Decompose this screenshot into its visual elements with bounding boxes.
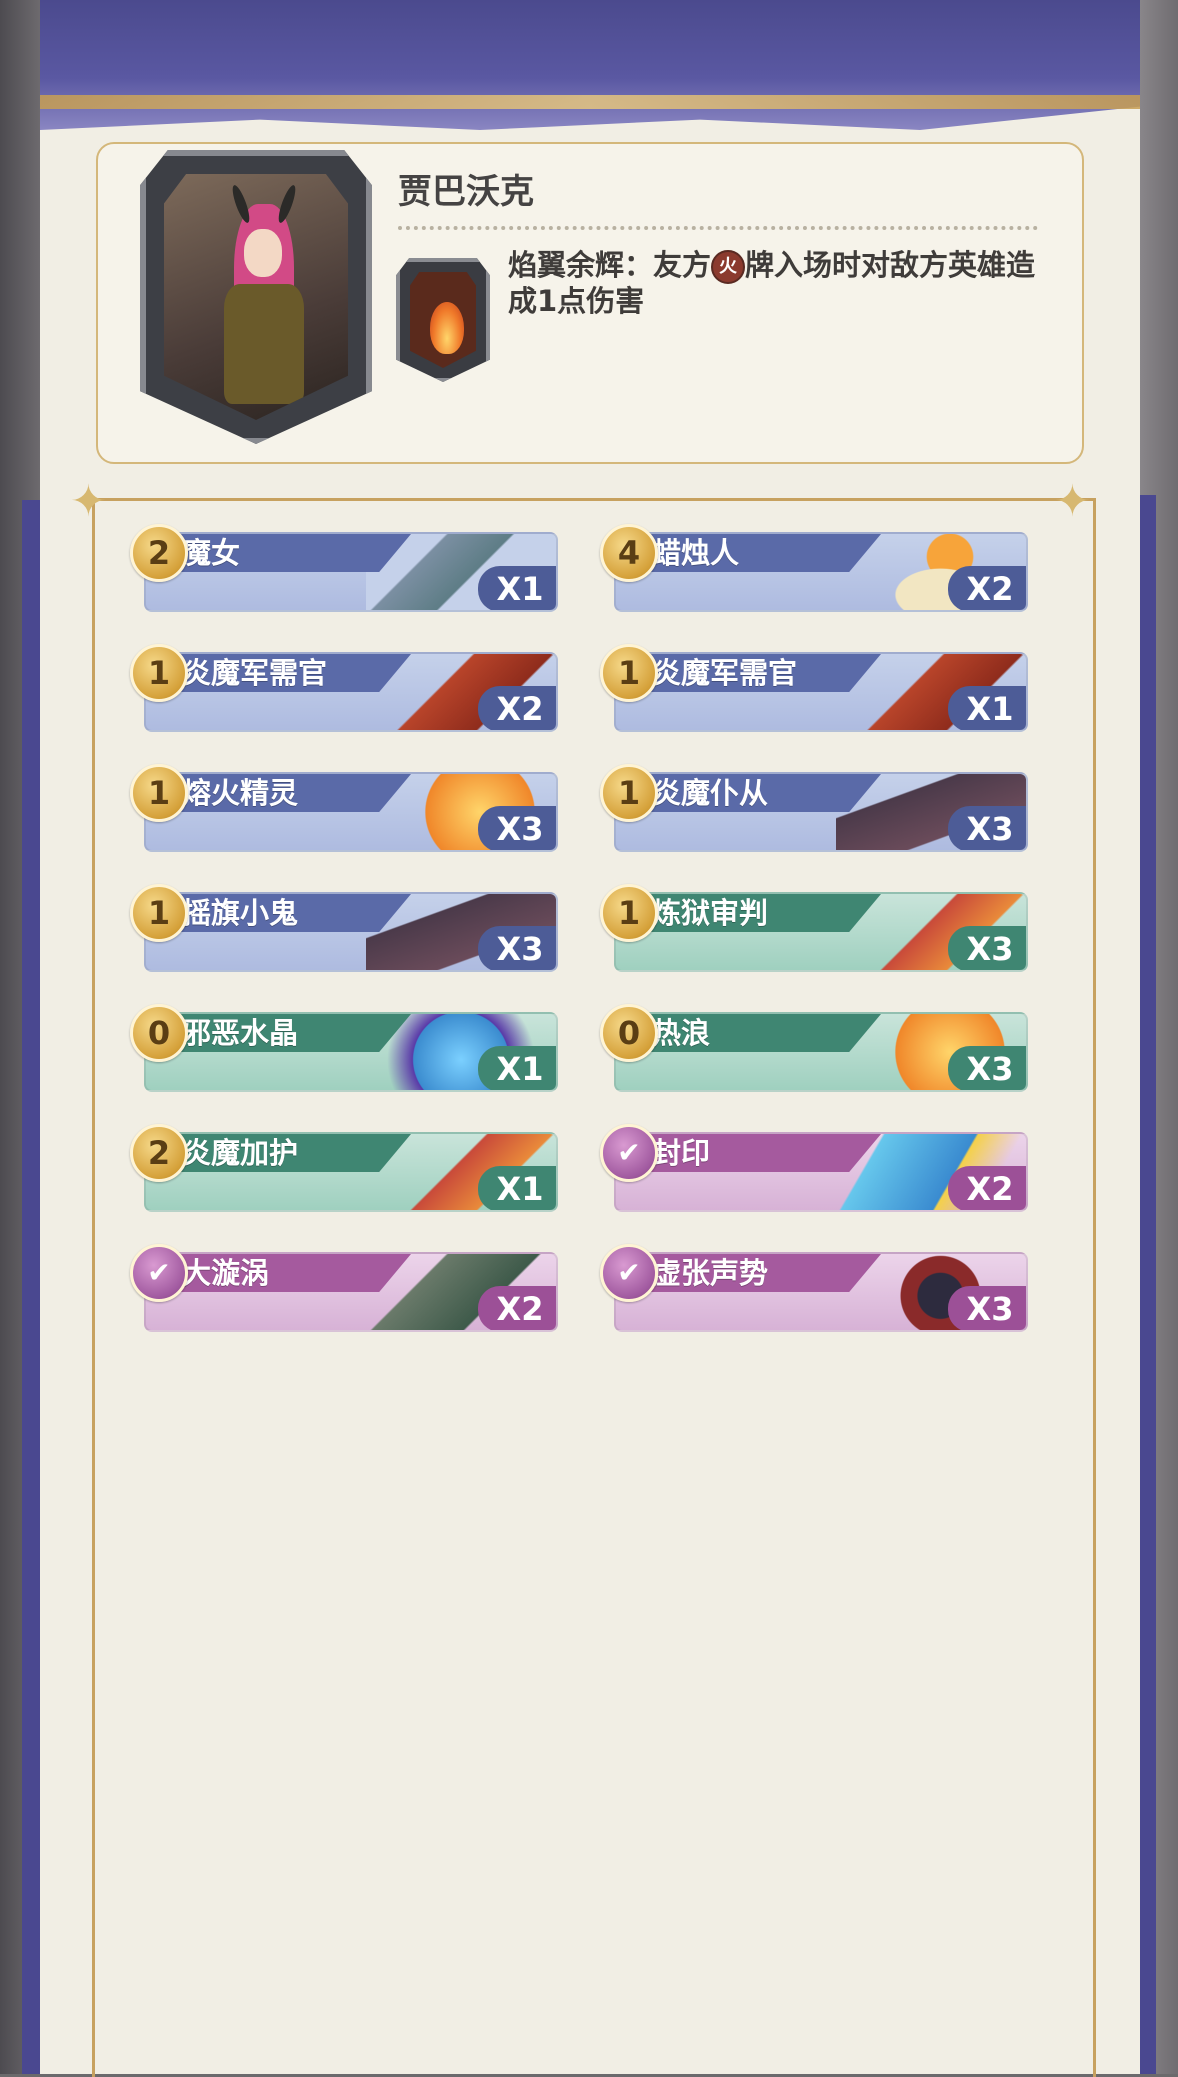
card-quantity: X3 — [478, 806, 556, 850]
card-name: 邪恶水晶 — [182, 1016, 299, 1050]
deck-card[interactable]: X3 炎魔仆从 1 — [600, 746, 1030, 852]
hero-portrait-art — [164, 174, 348, 420]
card-quantity: X2 — [948, 566, 1026, 610]
card-cost: 1 — [130, 644, 188, 702]
card-name: 魔女 — [182, 536, 241, 570]
hero-name: 贾巴沃克 — [398, 172, 534, 212]
hero-skill-description: 焰翼余辉：友方火牌入场时对敌方英雄造成1点伤害 — [508, 248, 1048, 318]
card-quantity: X2 — [478, 1286, 556, 1330]
card-cost: 0 — [130, 1004, 188, 1062]
hero-face — [244, 229, 282, 277]
skill-text-part1: 焰翼余辉：友方 — [508, 248, 712, 282]
card-cost: 1 — [130, 764, 188, 822]
hero-armor — [224, 284, 304, 404]
card-quantity: X1 — [478, 1046, 556, 1090]
fire-element-icon: 火 — [711, 250, 746, 284]
card-name: 炎魔仆从 — [652, 776, 769, 810]
card-quantity: X2 — [478, 686, 556, 730]
card-cost: 2 — [130, 524, 188, 582]
deck-card[interactable]: X2 炎魔军需官 1 — [130, 626, 560, 732]
card-quantity: X1 — [478, 1166, 556, 1210]
deck-card[interactable]: X3 热浪 0 — [600, 986, 1030, 1092]
star-icon: ✦ — [1054, 476, 1091, 527]
card-cost: 1 — [600, 764, 658, 822]
deck-card[interactable]: X2 封印 ✔ — [600, 1106, 1030, 1212]
card-quantity: X1 — [948, 686, 1026, 730]
card-quantity: X3 — [948, 926, 1026, 970]
card-quantity: X1 — [478, 566, 556, 610]
card-name: 封印 — [652, 1136, 711, 1170]
card-name: 熔火精灵 — [182, 776, 299, 810]
horn-icon — [229, 183, 253, 225]
card-name: 大漩涡 — [182, 1256, 270, 1290]
deck-card[interactable]: X3 摇旗小鬼 1 — [130, 866, 560, 972]
horn-icon — [275, 183, 299, 225]
card-quantity: X3 — [478, 926, 556, 970]
card-cost: 0 — [600, 1004, 658, 1062]
card-cost: 1 — [130, 884, 188, 942]
card-name: 炼狱审判 — [652, 896, 769, 930]
deck-card[interactable]: X2 蜡烛人 4 — [600, 506, 1030, 612]
deck-card[interactable]: X1 邪恶水晶 0 — [130, 986, 560, 1092]
card-name: 摇旗小鬼 — [182, 896, 299, 930]
deck-card[interactable]: X1 炎魔加护 2 — [130, 1106, 560, 1212]
star-icon: ✦ — [70, 476, 107, 527]
check-arrow-icon: ✔ — [130, 1244, 188, 1302]
card-cost: 4 — [600, 524, 658, 582]
deck-card[interactable]: X2 大漩涡 ✔ — [130, 1226, 560, 1332]
deck-card[interactable]: X3 虚张声势 ✔ — [600, 1226, 1030, 1332]
flame-icon — [430, 302, 464, 354]
card-quantity: X3 — [948, 806, 1026, 850]
card-quantity: X3 — [948, 1046, 1026, 1090]
card-quantity: X2 — [948, 1166, 1026, 1210]
check-arrow-icon: ✔ — [600, 1244, 658, 1302]
card-name: 虚张声势 — [652, 1256, 769, 1290]
deck-card[interactable]: X3 炼狱审判 1 — [600, 866, 1030, 972]
hero-skill-icon[interactable] — [396, 258, 490, 382]
card-name: 蜡烛人 — [652, 536, 740, 570]
deck-card[interactable]: X3 熔火精灵 1 — [130, 746, 560, 852]
hero-portrait[interactable] — [140, 150, 372, 444]
dotted-divider — [398, 226, 1038, 230]
card-cost: 1 — [600, 644, 658, 702]
card-cost: 2 — [130, 1124, 188, 1182]
card-cost: 1 — [600, 884, 658, 942]
deck-card[interactable]: X1 炎魔军需官 1 — [600, 626, 1030, 732]
panel-header-band — [40, 0, 1140, 130]
check-arrow-icon: ✔ — [600, 1124, 658, 1182]
deck-card[interactable]: X1 魔女 2 — [130, 506, 560, 612]
card-name: 炎魔加护 — [182, 1136, 299, 1170]
card-name: 热浪 — [652, 1016, 711, 1050]
card-name: 炎魔军需官 — [652, 656, 798, 690]
header-gold-trim — [40, 95, 1140, 109]
card-name: 炎魔军需官 — [182, 656, 328, 690]
card-quantity: X3 — [948, 1286, 1026, 1330]
